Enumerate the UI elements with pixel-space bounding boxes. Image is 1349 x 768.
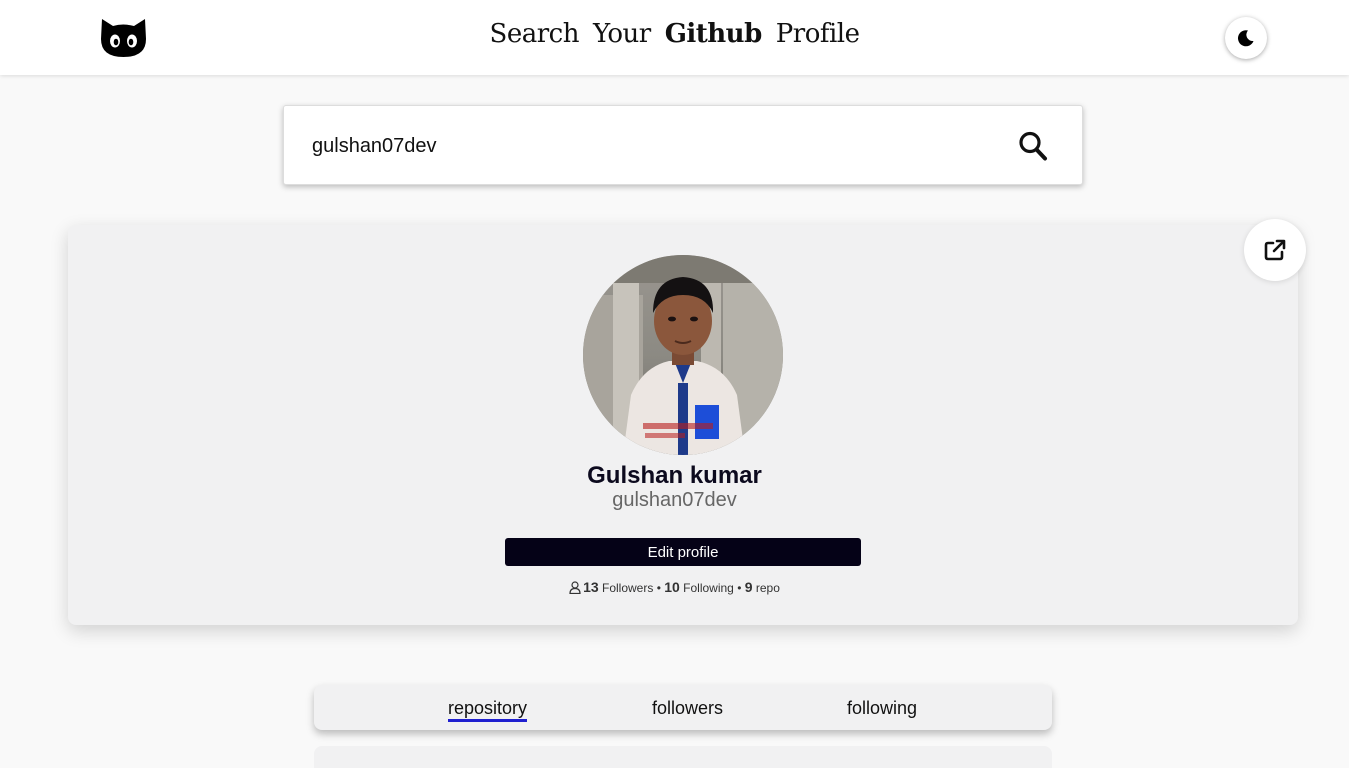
profile-stats: 13 Followers • 10 Following • 9 repo (0, 579, 1349, 595)
tab-followers[interactable]: followers (652, 698, 723, 719)
profile-tabs: repository followers following (314, 685, 1052, 730)
tab-content-panel (314, 746, 1052, 768)
navbar: Search Your Github Profile (0, 0, 1349, 75)
stats-separator: • (656, 581, 661, 595)
search-bar (283, 105, 1083, 185)
following-count: 10 (664, 579, 680, 595)
search-input[interactable] (312, 131, 992, 161)
followers-count: 13 (583, 579, 599, 595)
avatar (583, 255, 783, 455)
moon-icon (1237, 30, 1254, 47)
theme-toggle-button[interactable] (1225, 17, 1267, 59)
search-icon (1019, 131, 1047, 161)
search-button[interactable] (1018, 130, 1048, 162)
person-icon (569, 581, 581, 595)
title-word-github: Github (664, 19, 763, 49)
repo-label: repo (755, 581, 780, 595)
profile-login: gulshan07dev (612, 489, 737, 511)
following-label: Following (683, 581, 734, 595)
title-word-search: Search (489, 19, 580, 49)
app-title: Search Your Github Profile (0, 19, 1349, 49)
followers-label: Followers (601, 581, 654, 595)
external-link-icon (1264, 239, 1286, 261)
edit-profile-button[interactable]: Edit profile (505, 538, 861, 566)
profile-name: Gulshan kumar (587, 462, 762, 489)
tab-following[interactable]: following (847, 698, 917, 719)
title-word-your: Your (592, 19, 651, 49)
stats-separator: • (737, 581, 742, 595)
tab-repository[interactable]: repository (448, 698, 528, 722)
open-github-profile-button[interactable] (1244, 219, 1306, 281)
title-word-profile: Profile (775, 19, 860, 49)
repo-count: 9 (744, 579, 753, 595)
